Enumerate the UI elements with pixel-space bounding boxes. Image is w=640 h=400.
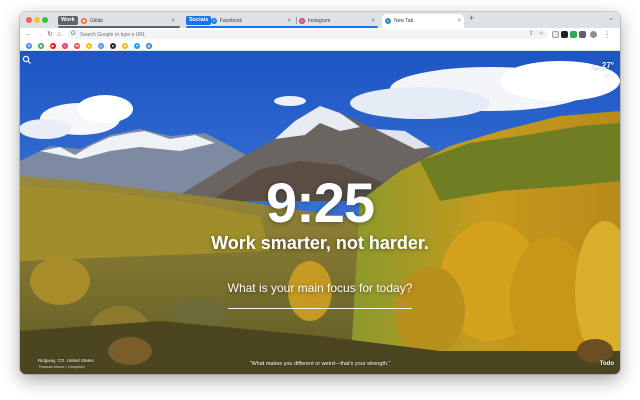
google-icon[interactable]: G: [26, 43, 32, 49]
google-icon: G: [71, 31, 76, 37]
photos-icon[interactable]: ✿: [122, 43, 128, 49]
omnibox-input[interactable]: [80, 30, 480, 39]
close-window-button[interactable]: [26, 17, 32, 23]
instagram-icon[interactable]: ◎: [62, 43, 68, 49]
browser-window: Work ◆ Gitlab × Socials f Facebook × ◎ I…: [20, 12, 620, 374]
drive-icon[interactable]: ▲: [86, 43, 92, 49]
profile-avatar[interactable]: [590, 31, 597, 38]
forward-button[interactable]: →: [36, 28, 43, 41]
tab-title: Facebook: [220, 18, 242, 24]
home-icon[interactable]: ⌂: [57, 28, 61, 41]
tab-search-icon[interactable]: ⌄: [608, 14, 614, 22]
close-tab-icon[interactable]: ×: [171, 14, 175, 28]
tab-title: Instagram: [308, 18, 331, 24]
tab-new-tab[interactable]: ◐ New Tab ×: [382, 14, 464, 28]
daily-quote: “What makes you different or weird—that’…: [249, 361, 391, 367]
puzzle-icon[interactable]: [579, 31, 586, 38]
bookmarks-bar: G ◉ ▶ ◎ M ▲ ▤ ● ✿ ✦ ▦: [20, 41, 620, 51]
address-bar[interactable]: G ⇪ ☆: [68, 30, 548, 39]
tab-title: Gitlab: [90, 18, 104, 24]
weather-widget[interactable]: ☁ 27° Hanoi: [592, 55, 614, 78]
close-tab-icon[interactable]: ×: [457, 14, 461, 28]
extension-icon[interactable]: [570, 31, 577, 38]
close-tab-icon[interactable]: ×: [371, 14, 375, 28]
gmail-icon[interactable]: M: [74, 43, 80, 49]
bookmark-star-icon[interactable]: ☆: [539, 30, 544, 39]
clock: 9:25: [265, 171, 375, 234]
shield-icon[interactable]: [561, 31, 568, 38]
minimize-window-button[interactable]: [34, 17, 40, 23]
focus-question: What is your main focus for today?: [227, 281, 413, 295]
back-button[interactable]: ←: [25, 28, 32, 41]
toolbar: ← → ↻ ⌂ G ⇪ ☆ ⋮: [20, 28, 620, 41]
weather-temperature: 27°: [601, 61, 614, 70]
docs-icon[interactable]: ▤: [98, 43, 104, 49]
tab-title: New Tab: [394, 18, 414, 24]
tab-gitlab[interactable]: ◆ Gitlab ×: [78, 14, 178, 28]
menu-icon[interactable]: ⋮: [603, 28, 611, 41]
todo-button[interactable]: Todo: [600, 361, 614, 367]
twitter-icon[interactable]: ✦: [134, 43, 140, 49]
close-tab-icon[interactable]: ×: [287, 14, 291, 28]
cloud-icon: ☁: [591, 61, 600, 70]
share-icon[interactable]: ⇪: [529, 30, 534, 39]
tab-group-work[interactable]: Work: [58, 16, 78, 25]
youtube-icon[interactable]: ▶: [50, 43, 56, 49]
reload-button[interactable]: ↻: [47, 28, 53, 41]
new-tab-page: ☁ 27° Hanoi 9:25 Work smarter, not harder…: [20, 51, 620, 374]
tab-instagram[interactable]: ◎ Instagram ×: [296, 14, 378, 28]
instagram-icon: ◎: [299, 18, 305, 24]
gitlab-icon: ◆: [81, 18, 87, 24]
calendar-icon[interactable]: ▦: [146, 43, 152, 49]
new-tab-button[interactable]: +: [469, 13, 474, 23]
maximize-window-button[interactable]: [42, 17, 48, 23]
github-icon[interactable]: ●: [110, 43, 116, 49]
weather-location: Hanoi: [603, 73, 614, 78]
momentum-icon: ◐: [385, 18, 391, 24]
facebook-icon: f: [211, 18, 217, 24]
tab-strip: Work ◆ Gitlab × Socials f Facebook × ◎ I…: [20, 12, 620, 28]
search-icon[interactable]: [22, 55, 32, 65]
focus-input[interactable]: [228, 297, 412, 309]
tab-facebook[interactable]: f Facebook ×: [208, 14, 294, 28]
mantra: Work smarter, not harder.: [211, 233, 429, 253]
chrome-icon[interactable]: ◉: [38, 43, 44, 49]
extension-icon[interactable]: [552, 31, 559, 38]
